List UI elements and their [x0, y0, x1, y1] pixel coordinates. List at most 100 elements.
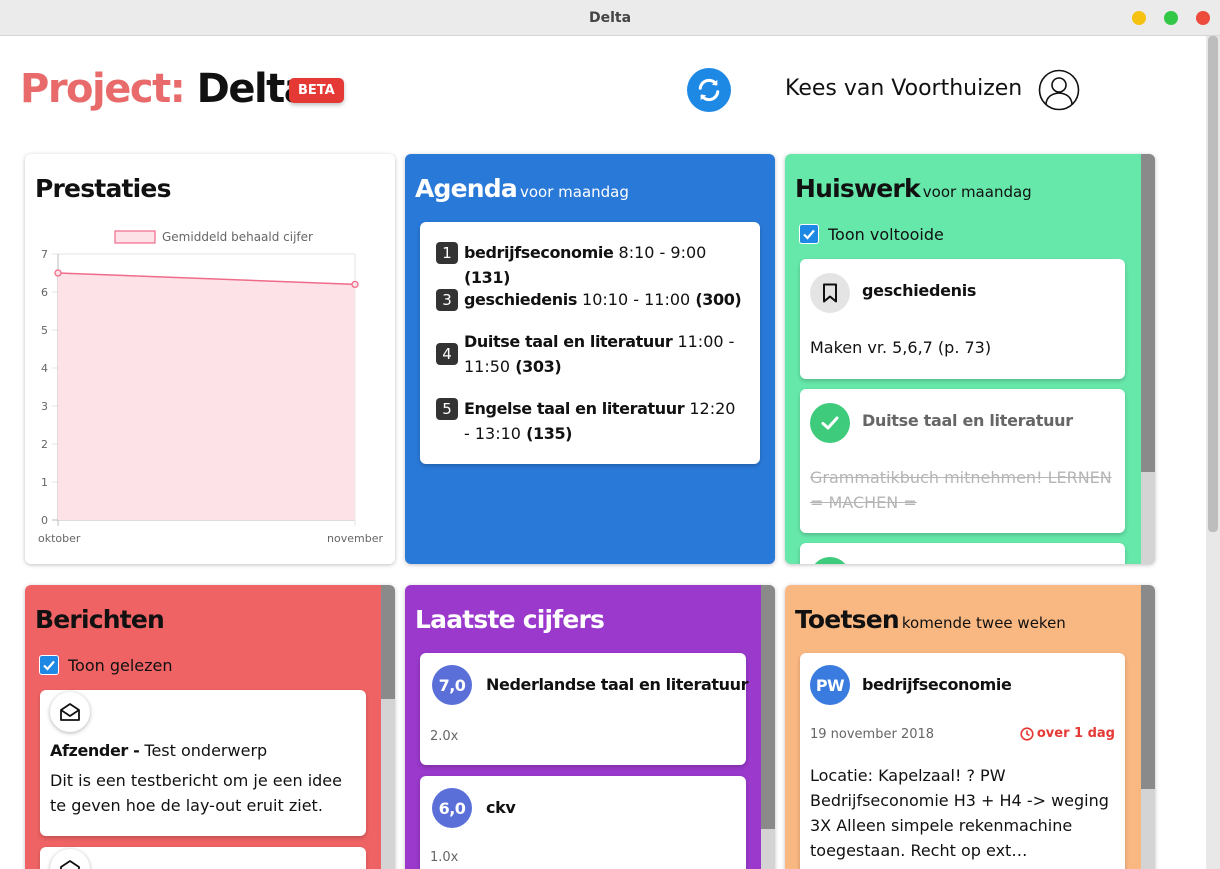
grade-subject: Nederlandse taal en literatuur — [486, 675, 749, 694]
test-due-text: over 1 dag — [1036, 726, 1115, 741]
test-type-badge: PW — [810, 665, 850, 705]
minimize-button[interactable] — [1132, 11, 1146, 25]
tests-scrollbar-thumb[interactable] — [1141, 585, 1155, 789]
performance-title: Prestaties — [35, 174, 171, 203]
homework-title-text: Huiswerk — [795, 174, 921, 203]
refresh-icon — [698, 78, 720, 102]
agenda-hour: 5 — [436, 398, 458, 420]
window-titlebar: Delta — [0, 0, 1220, 36]
tests-card: Toetsen komende twee weken PW bedrijfseco… — [785, 585, 1155, 869]
homework-title: Huiswerk voor maandag — [795, 174, 1032, 203]
user-avatar-icon[interactable] — [1038, 69, 1080, 111]
legend-label: Gemiddeld behaald cijfer — [162, 230, 313, 244]
message-body: Dit is een testbericht om je een idee te… — [50, 771, 342, 815]
agenda-item[interactable]: 3 geschiedenis 10:10 - 11:00 (300) — [436, 287, 742, 312]
y-tick-label: 4 — [41, 362, 48, 375]
sync-button[interactable] — [687, 68, 731, 112]
test-item[interactable]: PW bedrijfseconomie 19 november 2018 ove… — [800, 653, 1125, 869]
envelope-open-icon — [50, 849, 90, 869]
checkmark-icon — [43, 660, 55, 671]
grades-card: Laatste cijfers 7,0 Nederlandse taal en … — [405, 585, 775, 869]
grade-subject: ckv — [486, 798, 516, 817]
grade-weight: 2.0x — [430, 729, 459, 744]
agenda-room: (300) — [695, 290, 742, 309]
show-read-checkbox[interactable] — [39, 655, 59, 675]
homework-item[interactable]: Duitse taal en literatuur Grammatikbuch … — [800, 389, 1125, 533]
app-brand: Project: Delta — [20, 66, 311, 112]
agenda-list: 1 bedrijfseconomie 8:10 - 9:00 (131) 3 g… — [420, 222, 760, 464]
window-title: Delta — [588, 10, 632, 26]
grade-item[interactable]: 7,0 Nederlandse taal en literatuur 2.0x — [420, 653, 749, 765]
agenda-item[interactable]: 4 Duitse taal en literatuur 11:00 - 11:5… — [436, 329, 742, 379]
show-completed-checkbox[interactable] — [799, 224, 819, 244]
homework-description: Grammatikbuch mitnehmen! LERNEN = MACHEN… — [810, 468, 1112, 512]
envelope-open-icon — [50, 692, 90, 732]
agenda-subject: bedrijfseconomie — [464, 243, 614, 262]
maximize-button[interactable] — [1164, 11, 1178, 25]
x-tick-label: oktober — [38, 532, 81, 545]
agenda-item[interactable]: 5 Engelse taal en literatuur 12:20 - 13:… — [436, 396, 742, 446]
agenda-room: (303) — [515, 357, 562, 376]
checkmark-icon — [803, 229, 815, 240]
test-due: over 1 dag — [1020, 726, 1115, 741]
agenda-subtitle: voor maandag — [519, 183, 629, 201]
messages-title: Berichten — [35, 605, 165, 634]
check-circle-icon[interactable] — [810, 403, 850, 443]
performance-card: Prestaties 0 1 2 3 4 5 6 7 oktober november Gemidd… — [25, 154, 395, 564]
homework-description: Maken vr. 5,6,7 (p. 73) — [810, 338, 992, 357]
agenda-title: Agenda voor maandag — [415, 174, 629, 203]
y-tick-label: 6 — [41, 286, 48, 299]
messages-card: Berichten Toon gelezen Afzender - Test o… — [25, 585, 395, 869]
y-tick-label: 5 — [41, 324, 48, 337]
agenda-title-text: Agenda — [415, 174, 518, 203]
test-subject: bedrijfseconomie — [862, 675, 1012, 694]
beta-badge: BETA — [289, 78, 344, 103]
agenda-subject: Engelse taal en literatuur — [464, 399, 685, 418]
grade-item[interactable]: 6,0 ckv 1.0x — [420, 776, 746, 869]
agenda-hour: 4 — [436, 343, 458, 365]
homework-card: Huiswerk voor maandag Toon voltooide gesc… — [785, 154, 1155, 564]
agenda-time: 10:10 - 11:00 — [582, 290, 691, 309]
page-scrollbar-thumb[interactable] — [1208, 36, 1218, 532]
message-item[interactable]: Afzender - Test onderwerp Dit is een tes… — [40, 690, 366, 836]
agenda-card: Agenda voor maandag 1 bedrijfseconomie 8:… — [405, 154, 775, 564]
homework-item[interactable]: geschiedenis Maken vr. 5,6,7 (p. 73) — [800, 259, 1125, 379]
show-completed-label: Toon voltooide — [828, 224, 944, 244]
agenda-hour: 1 — [436, 242, 458, 264]
homework-subtitle: voor maandag — [922, 183, 1032, 201]
y-tick-label: 3 — [41, 400, 48, 413]
homework-item[interactable] — [800, 543, 1125, 564]
grade-weight: 1.0x — [430, 850, 459, 865]
user-name[interactable]: Kees van Voorthuizen — [785, 76, 1022, 101]
check-circle-icon[interactable] — [810, 557, 850, 564]
agenda-subject: geschiedenis — [464, 290, 577, 309]
show-read-toggle[interactable]: Toon gelezen — [39, 655, 173, 675]
grades-title: Laatste cijfers — [415, 605, 605, 634]
tests-title: Toetsen komende twee weken — [795, 605, 1066, 634]
message-header: Afzender - Test onderwerp — [50, 738, 358, 763]
message-item[interactable] — [40, 847, 366, 869]
performance-chart: 0 1 2 3 4 5 6 7 oktober november Gemiddeld behaald… — [38, 230, 383, 545]
messages-scrollbar-thumb[interactable] — [381, 585, 395, 699]
tests-subtitle: komende twee weken — [901, 614, 1066, 632]
message-subject: Test onderwerp — [144, 741, 268, 760]
close-button[interactable] — [1196, 11, 1210, 25]
show-read-label: Toon gelezen — [68, 655, 173, 675]
brand-prefix: Project: — [20, 66, 186, 112]
y-tick-label: 2 — [41, 438, 48, 451]
grade-value: 7,0 — [432, 665, 472, 705]
agenda-item[interactable]: 1 bedrijfseconomie 8:10 - 9:00 (131) — [436, 240, 742, 290]
data-point — [54, 269, 62, 277]
x-tick-label: november — [327, 532, 383, 545]
agenda-subject: Duitse taal en literatuur — [464, 332, 673, 351]
tests-title-text: Toetsen — [795, 605, 900, 634]
test-date: 19 november 2018 — [810, 727, 935, 742]
show-completed-toggle[interactable]: Toon voltooide — [799, 224, 944, 244]
y-tick-label: 0 — [41, 514, 48, 527]
homework-scrollbar-thumb[interactable] — [1141, 154, 1155, 472]
agenda-time: 8:10 - 9:00 — [618, 243, 707, 262]
homework-subject: geschiedenis — [862, 281, 977, 300]
bookmark-icon — [810, 273, 850, 313]
homework-subject: Duitse taal en literatuur — [862, 411, 1073, 430]
grades-scrollbar-thumb[interactable] — [761, 585, 775, 829]
